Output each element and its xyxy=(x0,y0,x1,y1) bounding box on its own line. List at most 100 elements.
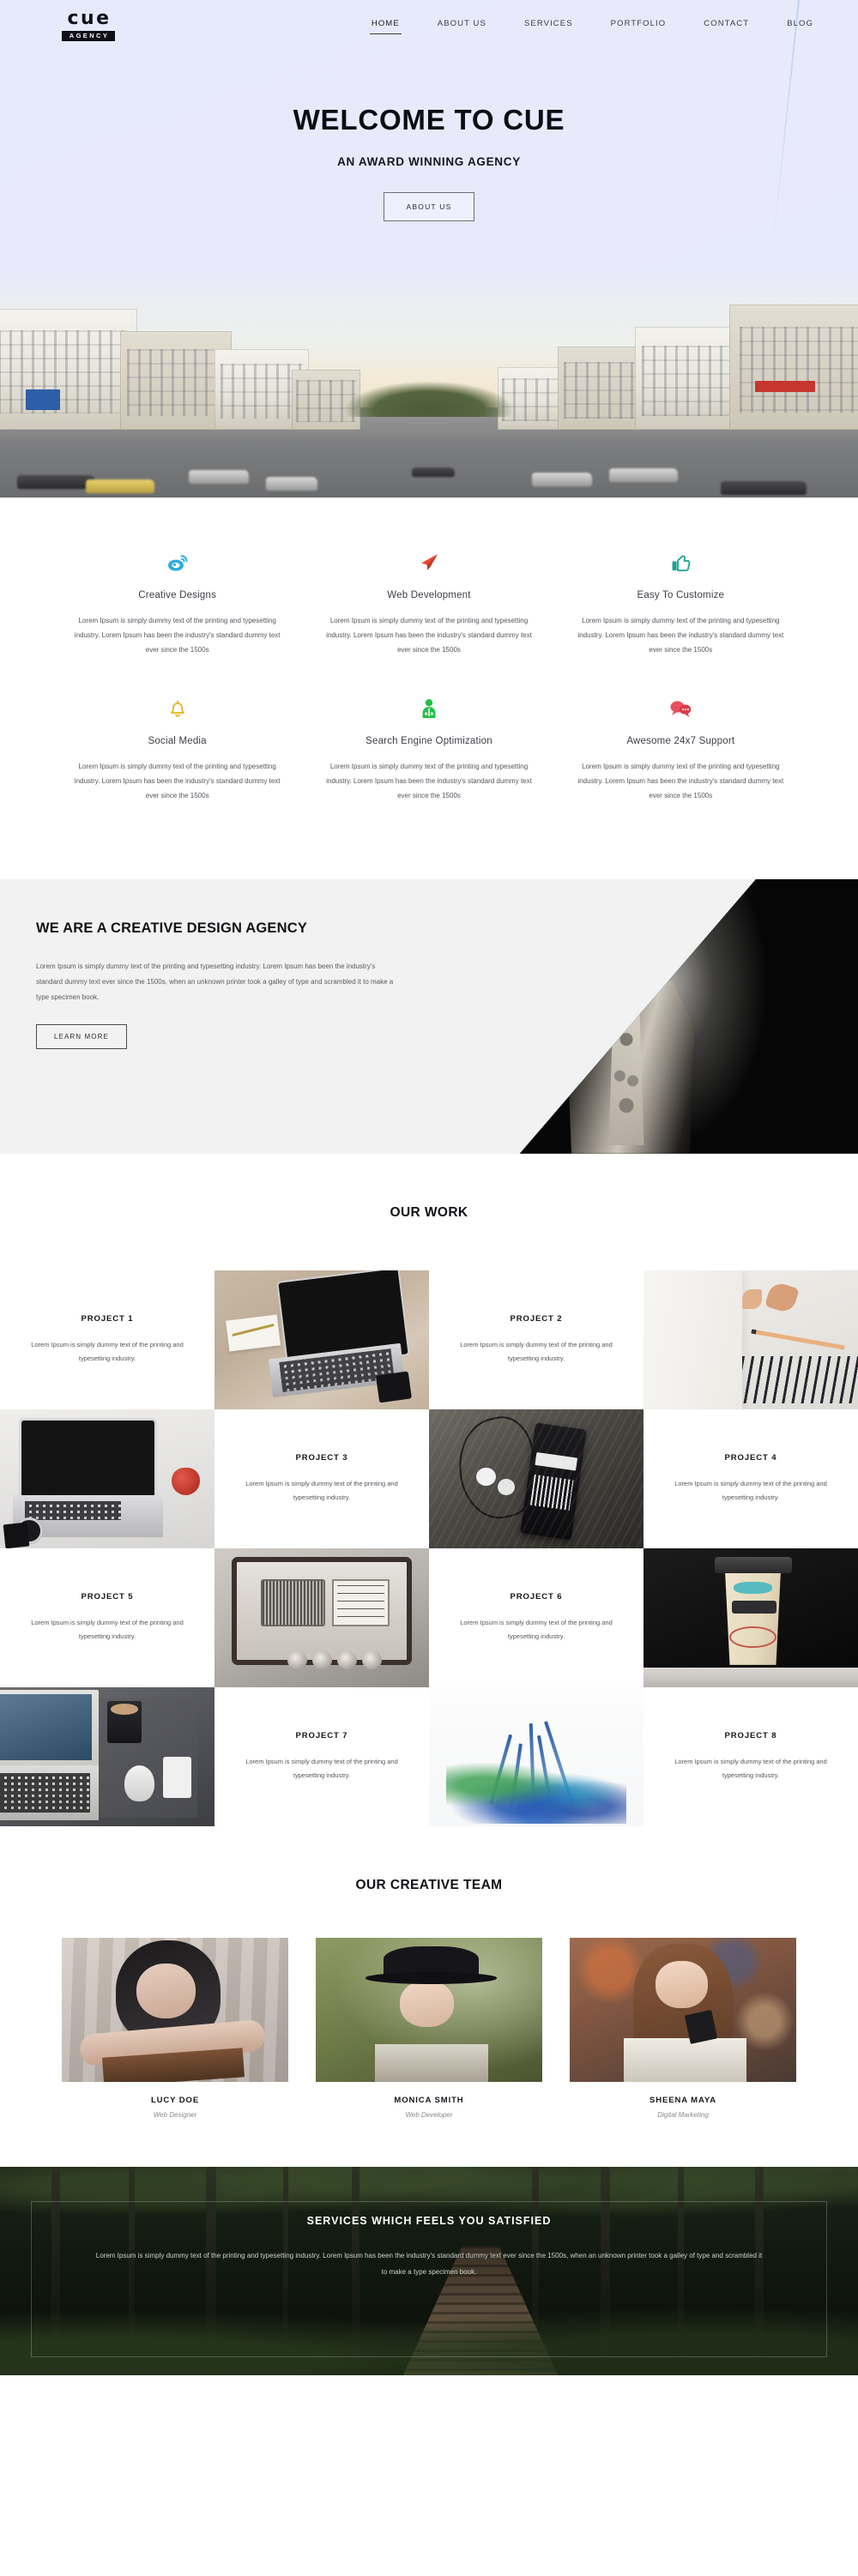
logo-wordmark: cue xyxy=(67,7,112,29)
project-image[interactable] xyxy=(644,1547,858,1687)
team-member-photo[interactable] xyxy=(62,1937,288,2082)
about-text: Lorem Ipsum is simply dummy text of the … xyxy=(36,962,394,1001)
service-description: Lorem Ipsum is simply dummy text of the … xyxy=(326,763,532,799)
team-member-role: Web Developer xyxy=(405,2110,453,2119)
project-image[interactable] xyxy=(429,1409,644,1548)
nav-item-services[interactable]: SERVICES xyxy=(505,15,592,34)
cta-text: Lorem Ipsum is simply dummy text of the … xyxy=(95,2251,763,2276)
paper-plane-icon xyxy=(323,549,534,576)
nav-item-blog[interactable]: BLOG xyxy=(768,15,832,34)
building xyxy=(729,304,858,431)
project-description: Lorem Ipsum is simply dummy text of the … xyxy=(460,1341,613,1362)
service-card: Creative Designs Lorem Ipsum is simply du… xyxy=(51,549,303,695)
nav-item-portfolio[interactable]: PORTFOLIO xyxy=(592,15,686,34)
project-card[interactable]: PROJECT 5 Lorem Ipsum is simply dummy tex… xyxy=(0,1547,214,1687)
hero-section: cue AGENCY HOME ABOUT US SERVICES PORTFOLIO… xyxy=(0,0,858,498)
team-member: SHEENA MAYA Digital Marketing xyxy=(570,1937,796,2119)
about-title: WE ARE A CREATIVE DESIGN AGENCY xyxy=(36,920,308,936)
service-title: Easy To Customize xyxy=(637,590,725,600)
car xyxy=(532,472,592,486)
project-title: PROJECT 3 xyxy=(295,1453,348,1463)
project-description: Lorem Ipsum is simply dummy text of the … xyxy=(31,1341,184,1362)
project-card[interactable]: PROJECT 7 Lorem Ipsum is simply dummy tex… xyxy=(214,1686,429,1826)
road xyxy=(0,407,858,498)
cta-section: SERVICES WHICH FEELS YOU SATISFIED Lorem… xyxy=(0,2166,858,2375)
thumbs-up-icon xyxy=(576,549,786,576)
hero-city-photo xyxy=(0,273,858,498)
project-card[interactable]: PROJECT 6 Lorem Ipsum is simply dummy tex… xyxy=(429,1547,644,1687)
service-card: Social Media Lorem Ipsum is simply dummy … xyxy=(51,695,303,841)
building xyxy=(635,326,755,431)
team-member-photo[interactable] xyxy=(316,1937,542,2082)
team-member-role: Digital Marketing xyxy=(657,2110,709,2119)
building xyxy=(214,349,309,431)
service-description: Lorem Ipsum is simply dummy text of the … xyxy=(74,617,281,654)
tree-line xyxy=(343,380,515,417)
services-row-top: Creative Designs Lorem Ipsum is simply du… xyxy=(51,549,807,695)
service-description: Lorem Ipsum is simply dummy text of the … xyxy=(577,763,784,799)
service-title: Awesome 24x7 Support xyxy=(626,736,735,747)
service-card: Web Development Lorem Ipsum is simply dum… xyxy=(303,549,554,695)
team-member-photo[interactable] xyxy=(570,1937,796,2082)
car xyxy=(17,474,94,489)
service-description: Lorem Ipsum is simply dummy text of the … xyxy=(74,763,281,799)
team-member-name: MONICA SMITH xyxy=(394,2095,464,2105)
project-image[interactable] xyxy=(0,1686,214,1826)
hero-subtitle: AN AWARD WINNING AGENCY xyxy=(337,155,521,168)
project-image[interactable] xyxy=(214,1270,429,1409)
cloud-weibo-icon xyxy=(72,549,282,576)
project-description: Lorem Ipsum is simply dummy text of the … xyxy=(674,1480,827,1501)
man-portrait-illustration xyxy=(519,878,858,1154)
project-card[interactable]: PROJECT 8 Lorem Ipsum is simply dummy tex… xyxy=(644,1686,858,1826)
city-street-illustration xyxy=(0,273,858,498)
building xyxy=(558,347,652,431)
nav-item-contact[interactable]: CONTACT xyxy=(685,15,768,34)
project-title: PROJECT 2 xyxy=(510,1314,563,1324)
project-description: Lorem Ipsum is simply dummy text of the … xyxy=(245,1758,398,1779)
hero-title: WELCOME TO CUE xyxy=(293,104,565,136)
project-image[interactable] xyxy=(429,1686,644,1826)
project-title: PROJECT 6 xyxy=(510,1592,563,1602)
project-image[interactable] xyxy=(644,1270,858,1409)
learn-more-button[interactable]: LEARN MORE xyxy=(36,1023,127,1049)
project-description: Lorem Ipsum is simply dummy text of the … xyxy=(460,1619,613,1640)
project-image[interactable] xyxy=(0,1409,214,1548)
hero-about-us-button[interactable]: ABOUT US xyxy=(383,192,475,221)
service-title: Creative Designs xyxy=(138,590,217,600)
building xyxy=(292,369,360,431)
our-team-title: OUR CREATIVE TEAM xyxy=(355,1877,503,1892)
service-card: Search Engine Optimization Lorem Ipsum is… xyxy=(303,695,554,841)
car xyxy=(721,481,807,496)
hair xyxy=(605,895,660,925)
building xyxy=(498,367,575,431)
project-title: PROJECT 1 xyxy=(81,1314,134,1324)
logo-tagline: AGENCY xyxy=(62,30,115,41)
team-member-name: SHEENA MAYA xyxy=(649,2095,716,2105)
team-member: LUCY DOE Web Designer xyxy=(62,1937,288,2119)
service-description: Lorem Ipsum is simply dummy text of the … xyxy=(577,617,784,654)
team-member-name: LUCY DOE xyxy=(150,2095,200,2105)
about-copy: WE ARE A CREATIVE DESIGN AGENCY Lorem Ip… xyxy=(0,879,403,1049)
project-card[interactable]: PROJECT 2 Lorem Ipsum is simply dummy tex… xyxy=(429,1270,644,1409)
team-member: MONICA SMITH Web Developer xyxy=(316,1937,542,2119)
project-image[interactable] xyxy=(214,1547,429,1687)
services-section: Creative Designs Lorem Ipsum is simply du… xyxy=(0,498,858,879)
street-sign xyxy=(26,389,60,410)
our-team-section: OUR CREATIVE TEAM LUCY DOE Web Designer MO… xyxy=(0,1825,858,2167)
project-title: PROJECT 7 xyxy=(295,1731,348,1741)
user-person-icon xyxy=(323,695,534,722)
project-card[interactable]: PROJECT 3 Lorem Ipsum is simply dummy tex… xyxy=(214,1409,429,1548)
nav-item-home[interactable]: HOME xyxy=(353,15,419,34)
service-card: Awesome 24x7 Support Lorem Ipsum is simpl… xyxy=(555,695,807,841)
sky xyxy=(0,273,858,413)
service-title: Web Development xyxy=(387,590,471,600)
project-title: PROJECT 4 xyxy=(724,1453,777,1463)
service-description: Lorem Ipsum is simply dummy text of the … xyxy=(326,617,532,654)
project-card[interactable]: PROJECT 4 Lorem Ipsum is simply dummy tex… xyxy=(644,1409,858,1548)
service-title: Search Engine Optimization xyxy=(366,736,492,747)
project-card[interactable]: PROJECT 1 Lorem Ipsum is simply dummy tex… xyxy=(0,1270,214,1409)
main-navbar: cue AGENCY HOME ABOUT US SERVICES PORTFOLIO… xyxy=(0,0,858,50)
nav-item-about-us[interactable]: ABOUT US xyxy=(419,15,505,34)
site-logo[interactable]: cue AGENCY xyxy=(62,9,115,41)
cta-title: SERVICES WHICH FEELS YOU SATISFIED xyxy=(306,2214,552,2227)
